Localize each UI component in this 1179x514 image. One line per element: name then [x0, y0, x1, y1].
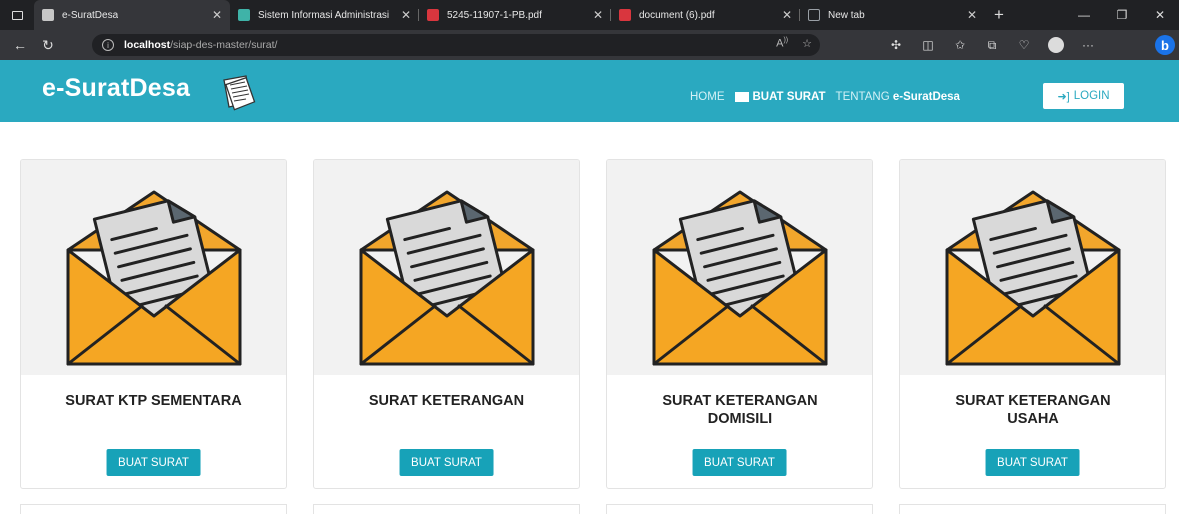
browser-tab-pdf-2[interactable]: document (6).pdf ✕ — [611, 0, 800, 30]
profile-avatar[interactable] — [1048, 37, 1064, 53]
buat-surat-button[interactable]: BUAT SURAT — [106, 449, 201, 476]
card-surat-ktp-sementara: SURAT KTP SEMENTARA BUAT SURAT — [20, 159, 287, 489]
tab-label: Sistem Informasi Administrasi — [258, 9, 390, 21]
nav-tentang[interactable]: TENTANG e-SuratDesa — [836, 91, 960, 103]
close-tab-icon[interactable]: ✕ — [967, 8, 977, 22]
new-tab-favicon-icon — [808, 9, 820, 21]
tab-label: New tab — [828, 9, 865, 21]
close-tab-icon[interactable]: ✕ — [782, 8, 792, 22]
info-icon[interactable]: i — [102, 39, 114, 51]
browser-toolbar: ✣ ◫ ✩ ⧉ ♡ ··· — [880, 30, 1104, 60]
nav-buat-surat-label: BUAT SURAT — [752, 91, 826, 103]
letters-logo-icon — [223, 75, 256, 111]
letter-type-grid: SURAT KTP SEMENTARA BUAT SURAT SURAT KET… — [0, 122, 1179, 514]
card-surat-keterangan: SURAT KETERANGAN BUAT SURAT — [313, 159, 580, 489]
main-menu: HOME BUAT SURAT TENTANG e-SuratDesa — [690, 91, 970, 103]
card-next-row-edge — [606, 504, 873, 514]
refresh-icon[interactable]: ↻ — [34, 30, 62, 60]
browser-address-bar: ← ↻ i localhost /siap-des-master/surat/ … — [0, 30, 1179, 60]
favorite-star-icon[interactable]: ☆ — [802, 37, 812, 50]
read-aloud-icon[interactable]: A)) — [776, 37, 788, 50]
tab-label: document (6).pdf — [639, 9, 715, 21]
url-path: /siap-des-master/surat/ — [170, 39, 278, 51]
card-surat-keterangan-domisili: SURAT KETERANGAN DOMISILI BUAT SURAT — [606, 159, 873, 489]
login-button[interactable]: ➜] LOGIN — [1043, 83, 1124, 109]
extensions-icon[interactable]: ✣ — [880, 38, 912, 52]
collections-icon[interactable]: ⧉ — [976, 38, 1008, 53]
tab-actions-icon[interactable] — [0, 0, 34, 30]
tab-label: e-SuratDesa — [62, 9, 119, 21]
envelope-letter-icon — [945, 190, 1120, 366]
sign-in-icon: ➜] — [1057, 90, 1070, 103]
close-tab-icon[interactable]: ✕ — [212, 8, 222, 22]
tab-label: 5245-11907-1-PB.pdf — [447, 9, 542, 21]
window-controls: — ❐ ✕ — [1065, 0, 1179, 30]
card-image — [21, 160, 286, 375]
card-title: SURAT KETERANGAN DOMISILI — [662, 393, 818, 427]
close-tab-icon[interactable]: ✕ — [593, 8, 603, 22]
login-label: LOGIN — [1073, 90, 1110, 102]
card-next-row-edge — [20, 504, 287, 514]
nav-buat-surat[interactable]: BUAT SURAT — [734, 91, 826, 103]
buat-surat-button[interactable]: BUAT SURAT — [692, 449, 787, 476]
envelope-letter-icon — [359, 190, 534, 366]
browser-tab-bar: e-SuratDesa ✕ Sistem Informasi Administr… — [0, 0, 1179, 30]
back-arrow-icon[interactable]: ← — [6, 30, 34, 60]
envelope-letter-icon — [652, 190, 827, 366]
card-image — [900, 160, 1165, 375]
buat-surat-button[interactable]: BUAT SURAT — [399, 449, 494, 476]
close-window-icon[interactable]: ✕ — [1141, 0, 1179, 30]
close-tab-icon[interactable]: ✕ — [401, 8, 411, 22]
url-input[interactable]: i localhost /siap-des-master/surat/ A)) … — [92, 34, 820, 56]
split-screen-icon[interactable]: ◫ — [912, 38, 944, 52]
copilot-icon[interactable]: b — [1155, 35, 1175, 55]
browser-tab-new-tab[interactable]: New tab ✕ — [800, 0, 985, 30]
more-menu-icon[interactable]: ··· — [1072, 38, 1104, 52]
restore-icon[interactable]: ❐ — [1103, 0, 1141, 30]
esuratdesa-favicon-icon — [42, 9, 54, 21]
sistem-informasi-favicon-icon — [238, 9, 250, 21]
card-surat-keterangan-usaha: SURAT KETERANGAN USAHA BUAT SURAT — [899, 159, 1166, 489]
site-navbar: e-SuratDesa HOME BUAT SURAT TENTANG e-Su… — [0, 60, 1179, 122]
browser-tab-sistem-informasi[interactable]: Sistem Informasi Administrasi ✕ — [230, 0, 419, 30]
minimize-icon[interactable]: — — [1065, 0, 1103, 30]
card-title: SURAT KTP SEMENTARA — [65, 393, 242, 409]
nav-tentang-brand: e-SuratDesa — [892, 91, 960, 103]
card-title: SURAT KETERANGAN USAHA — [955, 393, 1111, 427]
envelope-letter-icon — [66, 190, 241, 366]
new-tab-plus-icon[interactable]: + — [985, 0, 1013, 30]
card-image — [607, 160, 872, 375]
browser-tab-pdf-1[interactable]: 5245-11907-1-PB.pdf ✕ — [419, 0, 611, 30]
card-title: SURAT KETERANGAN — [368, 393, 525, 409]
buat-surat-button[interactable]: BUAT SURAT — [985, 449, 1080, 476]
envelope-icon — [734, 92, 749, 102]
pdf-favicon-icon — [619, 9, 631, 21]
pdf-favicon-icon — [427, 9, 439, 21]
card-next-row-edge — [899, 504, 1166, 514]
url-host: localhost — [124, 39, 171, 51]
site-brand[interactable]: e-SuratDesa — [42, 74, 190, 103]
browser-tab-esuratdesa[interactable]: e-SuratDesa ✕ — [34, 0, 230, 30]
favorites-icon[interactable]: ✩ — [944, 38, 976, 52]
browser-essentials-icon[interactable]: ♡ — [1008, 38, 1040, 52]
nav-home[interactable]: HOME — [690, 91, 725, 103]
nav-tentang-prefix: TENTANG — [835, 91, 890, 103]
card-next-row-edge — [313, 504, 580, 514]
card-image — [314, 160, 579, 375]
